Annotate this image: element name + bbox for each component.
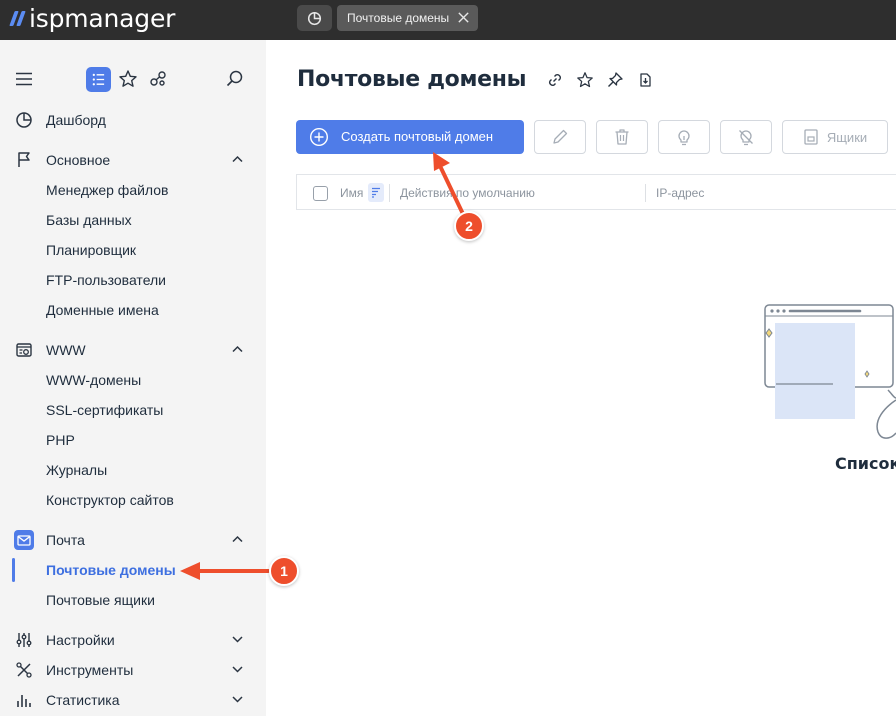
column-separator[interactable] <box>389 184 390 202</box>
sidebar-item-php[interactable]: PHP <box>46 430 75 450</box>
column-name[interactable]: Имя <box>340 186 363 200</box>
sidebar-item-logs[interactable]: Журналы <box>46 460 107 480</box>
chevron-up-icon[interactable] <box>231 154 244 164</box>
dashboard-tab[interactable] <box>297 5 332 31</box>
mailbox-icon <box>804 129 818 145</box>
sidebar-item-domain-names[interactable]: Доменные имена <box>46 300 159 320</box>
create-mail-domain-button[interactable]: Создать почтовый домен <box>296 120 524 154</box>
sidebar-item-ftp-users[interactable]: FTP-пользователи <box>46 270 166 290</box>
sidebar-item-ssl[interactable]: SSL-сертификаты <box>46 400 163 420</box>
tools-icon <box>14 660 34 680</box>
app-logo[interactable]: ispmanager <box>9 3 176 33</box>
sidebar-section-statistics[interactable]: Статистика <box>0 688 266 712</box>
sidebar-section-settings[interactable]: Настройки <box>0 628 266 652</box>
lightbulb-icon <box>678 130 690 146</box>
sidebar-section-label: Инструменты <box>46 662 134 678</box>
dashboard-icon <box>14 110 34 130</box>
sidebar-item-file-manager[interactable]: Менеджер файлов <box>46 180 169 200</box>
export-icon[interactable] <box>635 70 654 89</box>
favorites-star-icon[interactable] <box>118 69 138 89</box>
active-indicator <box>12 558 15 582</box>
list-view-button[interactable] <box>86 67 111 92</box>
sidebar-section-www[interactable]: WWW <box>0 338 266 362</box>
stats-icon <box>14 690 34 710</box>
sidebar-item-label: Дашборд <box>46 112 106 128</box>
pin-icon[interactable] <box>605 70 624 89</box>
tab-mail-domains[interactable]: Почтовые домены <box>337 5 478 31</box>
lightbulb-off-icon <box>739 130 753 146</box>
sidebar-item-scheduler[interactable]: Планировщик <box>46 240 136 260</box>
sliders-icon <box>14 630 34 650</box>
annotation-badge-2: 2 <box>454 211 484 241</box>
title-actions <box>545 70 654 89</box>
sidebar-section-label: Почта <box>46 532 85 548</box>
page-title: Почтовые домены <box>297 67 527 92</box>
pencil-icon <box>553 129 568 144</box>
sort-icon[interactable] <box>368 183 384 202</box>
chevron-up-icon[interactable] <box>231 534 244 544</box>
column-ip-address[interactable]: IP-адрес <box>656 186 704 200</box>
sidebar-section-label: Статистика <box>46 692 120 708</box>
sidebar-item-mail-domains[interactable]: Почтовые домены <box>46 560 176 580</box>
tab-label: Почтовые домены <box>347 11 450 25</box>
sidebar-section-main[interactable]: Основное <box>0 148 266 172</box>
logo-text: ispmanager <box>29 3 176 33</box>
sidebar-item-mailboxes[interactable]: Почтовые ящики <box>46 590 155 610</box>
select-all-checkbox[interactable] <box>313 186 328 201</box>
chevron-down-icon[interactable] <box>231 664 244 674</box>
flag-icon <box>14 150 34 170</box>
chevron-down-icon[interactable] <box>231 694 244 704</box>
delete-button[interactable] <box>596 120 648 154</box>
sidebar-toolbar <box>0 66 266 94</box>
mail-icon <box>14 530 34 550</box>
table-header: Имя Действия по умолчанию IP-адрес <box>296 174 896 210</box>
hamburger-menu-icon[interactable] <box>15 72 33 86</box>
edit-button[interactable] <box>534 120 586 154</box>
sidebar-item-dashboard[interactable]: Дашборд <box>0 108 266 132</box>
chevron-up-icon[interactable] <box>231 344 244 354</box>
enable-button[interactable] <box>658 120 710 154</box>
search-icon[interactable] <box>225 69 245 89</box>
sidebar: Дашборд Основное Менеджер файлов Базы да… <box>0 40 266 716</box>
sidebar-item-www-domains[interactable]: WWW-домены <box>46 370 141 390</box>
sidebar-item-site-builder[interactable]: Конструктор сайтов <box>46 490 174 510</box>
create-button-label: Создать почтовый домен <box>341 129 494 144</box>
disable-button[interactable] <box>720 120 772 154</box>
column-separator[interactable] <box>645 184 646 202</box>
shortcuts-icon[interactable] <box>148 69 168 89</box>
pie-chart-icon <box>307 11 322 25</box>
logo-mark-icon <box>9 10 26 26</box>
sidebar-item-databases[interactable]: Базы данных <box>46 210 132 230</box>
annotation-badge-1: 1 <box>269 556 299 586</box>
www-settings-icon <box>14 340 34 360</box>
plus-circle-icon <box>309 127 329 147</box>
mailboxes-button[interactable]: Ящики <box>782 120 888 154</box>
sidebar-section-label: Настройки <box>46 632 115 648</box>
column-default-actions[interactable]: Действия по умолчанию <box>400 186 535 200</box>
sidebar-section-mail[interactable]: Почта <box>0 528 266 552</box>
sidebar-section-label: Основное <box>46 152 111 168</box>
link-icon[interactable] <box>545 70 564 89</box>
sidebar-section-tools[interactable]: Инструменты <box>0 658 266 682</box>
list-icon <box>92 73 105 86</box>
favorite-star-icon[interactable] <box>575 70 594 89</box>
mailboxes-button-label: Ящики <box>826 129 868 145</box>
chevron-down-icon[interactable] <box>231 634 244 644</box>
sidebar-section-label: WWW <box>46 342 86 358</box>
empty-list-illustration-icon <box>764 304 896 439</box>
trash-icon <box>615 129 629 145</box>
close-icon[interactable] <box>457 11 470 24</box>
top-bar: ispmanager Почтовые домены <box>0 0 896 40</box>
empty-list-text: Список <box>835 454 896 473</box>
